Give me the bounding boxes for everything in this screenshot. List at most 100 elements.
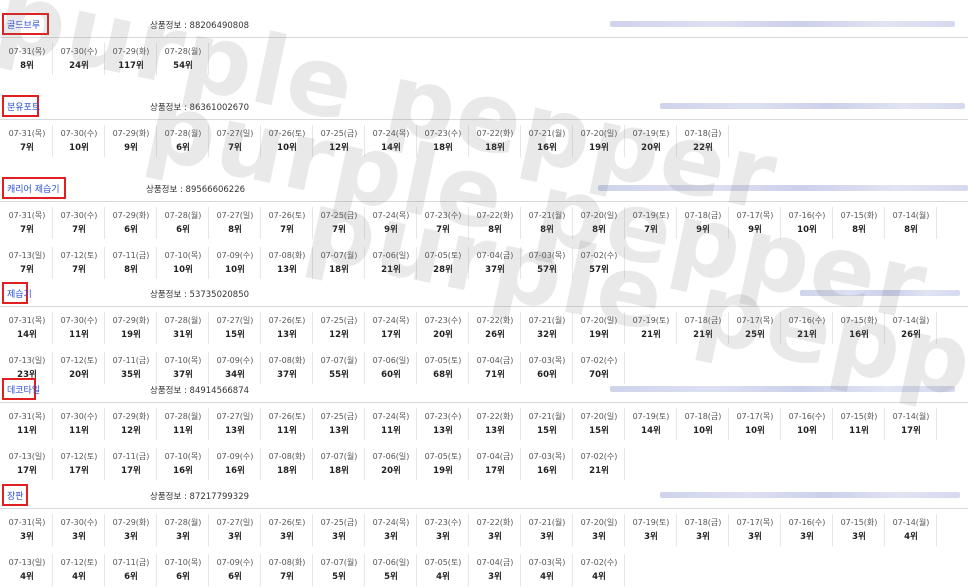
rank-date: 07-03(목) bbox=[528, 452, 566, 461]
rank-cell: 07-04(금) 37위 bbox=[470, 247, 521, 279]
rank-date: 07-08(화) bbox=[268, 558, 306, 567]
rank-value: 26위 bbox=[901, 330, 921, 340]
rank-value: 7위 bbox=[20, 225, 34, 235]
rank-value: 10위 bbox=[797, 225, 817, 235]
rank-date: 07-23(수) bbox=[424, 129, 462, 138]
rank-date: 07-31(목) bbox=[8, 129, 46, 138]
rank-date: 07-20(일) bbox=[580, 211, 618, 220]
rank-cell: 07-18(금) 22위 bbox=[678, 125, 729, 157]
rank-value: 21위 bbox=[381, 265, 401, 275]
rank-date: 07-23(수) bbox=[424, 518, 462, 527]
rank-date: 07-13(일) bbox=[8, 452, 46, 461]
rank-value: 10위 bbox=[225, 265, 245, 275]
keyword-link[interactable]: 데코타일 bbox=[2, 378, 40, 400]
rank-cell: 07-26(토) 13위 bbox=[262, 312, 313, 344]
rank-cell: 07-20(일) 3위 bbox=[574, 514, 625, 546]
rank-cell: 07-25(금) 7위 bbox=[314, 207, 365, 239]
rank-cell: 07-17(목) 9위 bbox=[730, 207, 781, 239]
rank-cell: 07-18(금) 21위 bbox=[678, 312, 729, 344]
rank-cell: 07-23(수) 20위 bbox=[418, 312, 469, 344]
keyword-section: 캐리어 제습기 상품정보 : 89566606226 07-31(목) 7위 07-30… bbox=[0, 177, 968, 281]
rank-value: 21위 bbox=[797, 330, 817, 340]
rank-value: 5위 bbox=[332, 572, 346, 582]
rank-date: 07-31(목) bbox=[8, 47, 46, 56]
rank-value: 15위 bbox=[537, 426, 557, 436]
rank-cell: 07-10(목) 6위 bbox=[158, 554, 209, 586]
rank-cell: 07-15(화) 3위 bbox=[834, 514, 885, 546]
rank-cell: 07-24(목) 17위 bbox=[366, 312, 417, 344]
rank-row: 07-31(목) 3위 07-30(수) 3위 07-29(화) 3위 07-28(월) 3위… bbox=[0, 514, 968, 548]
rank-date: 07-29(화) bbox=[112, 518, 150, 527]
rank-cell: 07-07(월) 18위 bbox=[314, 448, 365, 480]
rank-cell: 07-16(수) 10위 bbox=[782, 207, 833, 239]
rank-date: 07-14(월) bbox=[892, 518, 930, 527]
rank-cell: 07-11(금) 8위 bbox=[106, 247, 157, 279]
rank-cell: 07-20(일) 15위 bbox=[574, 408, 625, 440]
keyword-link[interactable]: 제습기 bbox=[2, 282, 32, 304]
section-header: 골드브루 상품정보 : 88206490808 bbox=[0, 13, 968, 38]
rank-value: 17위 bbox=[381, 330, 401, 340]
rank-cell: 07-26(토) 7위 bbox=[262, 207, 313, 239]
rank-value: 14위 bbox=[17, 330, 37, 340]
rank-value: 3위 bbox=[228, 532, 242, 542]
rank-date: 07-06(일) bbox=[372, 356, 410, 365]
rank-date: 07-08(화) bbox=[268, 452, 306, 461]
rank-cell: 07-23(수) 3위 bbox=[418, 514, 469, 546]
rank-cell: 07-31(목) 3위 bbox=[2, 514, 53, 546]
rank-cell: 07-22(화) 26위 bbox=[470, 312, 521, 344]
rank-date: 07-25(금) bbox=[320, 211, 358, 220]
rank-value: 7위 bbox=[436, 225, 450, 235]
rank-value: 3위 bbox=[800, 532, 814, 542]
keyword-link[interactable]: 장판 bbox=[2, 484, 28, 506]
rank-value: 10위 bbox=[69, 143, 89, 153]
rank-date: 07-17(목) bbox=[736, 211, 774, 220]
rank-date: 07-25(금) bbox=[320, 518, 358, 527]
rank-cell: 07-22(화) 8위 bbox=[470, 207, 521, 239]
rank-date: 07-12(토) bbox=[60, 356, 98, 365]
rank-cell: 07-28(월) 3위 bbox=[158, 514, 209, 546]
rank-value: 9위 bbox=[124, 143, 138, 153]
rank-row: 07-31(목) 7위 07-30(수) 10위 07-29(화) 9위 07-28(월) 6… bbox=[0, 125, 968, 159]
rank-cell: 07-07(월) 5위 bbox=[314, 554, 365, 586]
rank-date: 07-25(금) bbox=[320, 412, 358, 421]
rank-date: 07-23(수) bbox=[424, 211, 462, 220]
keyword-link[interactable]: 캐리어 제습기 bbox=[2, 177, 66, 199]
rank-value: 13위 bbox=[329, 426, 349, 436]
rank-cell: 07-23(수) 13위 bbox=[418, 408, 469, 440]
rank-date: 07-18(금) bbox=[684, 518, 722, 527]
rank-cell: 07-29(화) 9위 bbox=[106, 125, 157, 157]
product-info: 상품정보 : 84914566874 bbox=[150, 386, 250, 396]
rank-cell: 07-04(금) 17위 bbox=[470, 448, 521, 480]
rank-value: 7위 bbox=[228, 143, 242, 153]
rank-date: 07-18(금) bbox=[684, 129, 722, 138]
rank-value: 57위 bbox=[537, 265, 557, 275]
rank-value: 26위 bbox=[485, 330, 505, 340]
rank-date: 07-06(일) bbox=[372, 251, 410, 260]
keyword-link[interactable]: 분유포트 bbox=[2, 95, 40, 117]
rank-date: 07-30(수) bbox=[60, 412, 98, 421]
rank-date: 07-19(토) bbox=[632, 129, 670, 138]
rank-date: 07-13(일) bbox=[8, 251, 46, 260]
keyword-link[interactable]: 골드브루 bbox=[2, 13, 49, 35]
rank-value: 3위 bbox=[436, 532, 450, 542]
rank-cell: 07-27(일) 15위 bbox=[210, 312, 261, 344]
rank-cell: 07-18(금) 9위 bbox=[678, 207, 729, 239]
rank-date: 07-15(화) bbox=[840, 412, 878, 421]
rank-date: 07-27(일) bbox=[216, 129, 254, 138]
rank-cell: 07-15(화) 8위 bbox=[834, 207, 885, 239]
rank-cell: 07-24(목) 9위 bbox=[366, 207, 417, 239]
rank-cell: 07-28(월) 31위 bbox=[158, 312, 209, 344]
rank-value: 7위 bbox=[72, 265, 86, 275]
rank-cell: 07-26(토) 10위 bbox=[262, 125, 313, 157]
rank-date: 07-07(월) bbox=[320, 558, 358, 567]
rank-date: 07-29(화) bbox=[112, 316, 150, 325]
rank-date: 07-22(화) bbox=[476, 518, 514, 527]
rank-value: 20위 bbox=[641, 143, 661, 153]
rank-value: 17위 bbox=[121, 466, 141, 476]
rank-date: 07-27(일) bbox=[216, 412, 254, 421]
rank-value: 11위 bbox=[381, 426, 401, 436]
rank-value: 10위 bbox=[693, 426, 713, 436]
rank-value: 6위 bbox=[176, 225, 190, 235]
rank-cell: 07-19(토) 20위 bbox=[626, 125, 677, 157]
rank-date: 07-31(목) bbox=[8, 211, 46, 220]
